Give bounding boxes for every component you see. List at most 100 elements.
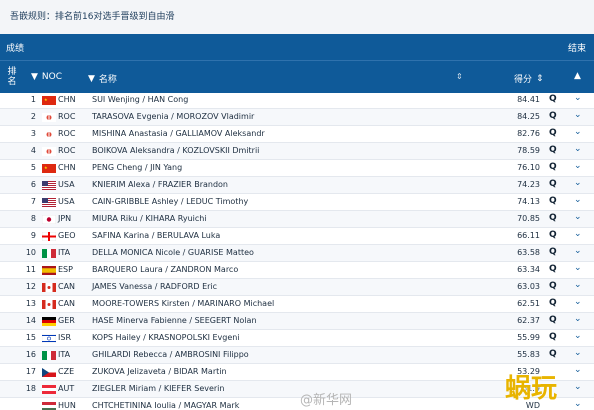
score-cell: 63.34 [517, 265, 540, 274]
chevron-down-icon[interactable]: ⌄ [574, 110, 582, 120]
flag-icon [41, 214, 57, 225]
rank-cell: 6 [30, 180, 36, 189]
flag-icon: ★ [42, 96, 56, 105]
score-cell: 63.58 [517, 248, 540, 257]
chevron-down-icon[interactable]: ⌄ [574, 178, 582, 188]
pair-name-cell[interactable]: MISHINA Anastasia / GALLIAMOV Aleksandr [92, 129, 265, 138]
table-row[interactable]: 7 USA CAIN-GRIBBLE Ashley / LEDUC Timothy 7… [0, 194, 594, 211]
table-row[interactable]: 10 ITA DELLA MONICA Nicole / GUARISE Matte… [0, 245, 594, 262]
pair-name-cell[interactable]: JAMES Vanessa / RADFORD Eric [92, 282, 217, 291]
table-row[interactable]: 12 CAN JAMES Vanessa / RADFORD Eric 63.03 Q ⌄ [0, 279, 594, 296]
chevron-down-icon[interactable]: ⌄ [574, 195, 582, 205]
name-column-header[interactable]: ▼ 名称 [88, 72, 117, 86]
pair-name-cell[interactable]: ZUKOVA Jelizaveta / BIDAR Martin [92, 367, 227, 376]
table-row[interactable]: 5 ★ CHN PENG Cheng / JIN Yang 76.10 Q ⌄ [0, 160, 594, 177]
sort-toggle-icon[interactable]: ⇕ [456, 72, 463, 81]
noc-cell: ROC [58, 129, 76, 138]
noc-cell: GEO [58, 231, 76, 240]
pair-name-cell[interactable]: TARASOVA Evgenia / MOROZOV Vladimir [92, 112, 254, 121]
qualified-badge: Q [549, 315, 557, 325]
chevron-down-icon[interactable]: ⌄ [574, 127, 582, 137]
pair-name-cell[interactable]: KOPS Hailey / KRASNOPOLSKI Evgeni [92, 333, 240, 342]
chevron-down-icon[interactable]: ⌄ [574, 314, 582, 324]
qualified-badge: Q [549, 128, 557, 138]
pair-name-cell[interactable]: DELLA MONICA Nicole / GUARISE Matteo [92, 248, 254, 257]
flag-icon [42, 147, 56, 156]
table-row[interactable]: 9 GEO SAFINA Karina / BERULAVA Luka 66.11 Q ⌄ [0, 228, 594, 245]
rank-cell: 1 [30, 95, 36, 104]
pair-name-cell[interactable]: HASE Minerva Fabienne / SEEGERT Nolan [92, 316, 257, 325]
rank-cell: 5 [30, 163, 36, 172]
score-cell: 63.03 [517, 282, 540, 291]
pair-name-cell[interactable]: KNIERIM Alexa / FRAZIER Brandon [92, 180, 228, 189]
score-column-header[interactable]: 得分 ⇕ [514, 72, 544, 86]
pair-name-cell[interactable]: BOIKOVA Aleksandra / KOZLOVSKII Dmitrii [92, 146, 259, 155]
pair-name-cell[interactable]: CHTCHETININA Ioulia / MAGYAR Mark [92, 401, 239, 410]
table-row[interactable]: 11 ESP BARQUERO Laura / ZANDRON Marco 63.34… [0, 262, 594, 279]
chevron-down-icon[interactable]: ⌄ [574, 212, 582, 222]
score-cell: 78.59 [517, 146, 540, 155]
chevron-down-icon[interactable]: ⌄ [574, 297, 582, 307]
chevron-down-icon[interactable]: ⌄ [574, 161, 582, 171]
pair-name-cell[interactable]: CAIN-GRIBBLE Ashley / LEDUC Timothy [92, 197, 248, 206]
noc-column-header[interactable]: ▼ NOC [31, 72, 62, 82]
qualified-badge: Q [549, 179, 557, 189]
noc-cell: USA [58, 180, 75, 189]
results-title-bar: 成绩 结束 [0, 34, 594, 60]
noc-cell: ITA [58, 248, 71, 257]
pair-name-cell[interactable]: MIURA Riku / KIHARA Ryuichi [92, 214, 207, 223]
flag-icon [42, 351, 56, 360]
noc-cell: CAN [58, 299, 76, 308]
collapse-icon[interactable]: ▲ [574, 71, 581, 81]
score-cell: 84.41 [517, 95, 540, 104]
chevron-down-icon[interactable]: ⌄ [574, 246, 582, 256]
flag-icon [42, 402, 56, 410]
chevron-down-icon[interactable]: ⌄ [574, 93, 582, 103]
chevron-down-icon[interactable]: ⌄ [574, 229, 582, 239]
rank-cell: 14 [25, 316, 36, 325]
table-row[interactable]: 1 ★ CHN SUI Wenjing / HAN Cong 84.41 Q ⌄ [0, 92, 594, 109]
noc-cell: CAN [58, 282, 76, 291]
table-row[interactable]: 16 ITA GHILARDI Rebecca / AMBROSINI Filipp… [0, 347, 594, 364]
pair-name-cell[interactable]: PENG Cheng / JIN Yang [92, 163, 182, 172]
rank-cell: 17 [25, 367, 36, 376]
pair-name-cell[interactable]: SAFINA Karina / BERULAVA Luka [92, 231, 220, 240]
pair-name-cell[interactable]: BARQUERO Laura / ZANDRON Marco [92, 265, 238, 274]
chevron-down-icon[interactable]: ⌄ [574, 348, 582, 358]
score-cell: 84.25 [517, 112, 540, 121]
noc-cell: AUT [58, 384, 75, 393]
score-cell: 82.76 [517, 129, 540, 138]
flag-icon [42, 385, 56, 394]
noc-cell: CZE [58, 367, 75, 376]
rank-cell: 2 [30, 112, 36, 121]
chevron-down-icon[interactable]: ⌄ [574, 263, 582, 273]
table-row[interactable]: 13 CAN MOORE-TOWERS Kirsten / MARINARO Mic… [0, 296, 594, 313]
table-row[interactable]: 15 ISR KOPS Hailey / KRASNOPOLSKI Evgeni 55… [0, 330, 594, 347]
results-title: 成绩 [6, 43, 25, 54]
rank-column-header[interactable]: 排名 [4, 67, 20, 87]
table-row[interactable]: 4 ROC BOIKOVA Aleksandra / KOZLOVSKII Dmit… [0, 143, 594, 160]
chevron-down-icon[interactable]: ⌄ [574, 280, 582, 290]
pair-name-cell[interactable]: ZIEGLER Miriam / KIEFER Severin [92, 384, 224, 393]
flag-icon [42, 266, 56, 275]
pair-name-cell[interactable]: GHILARDI Rebecca / AMBROSINI Filippo [92, 350, 249, 359]
table-row[interactable]: 8 JPN MIURA Riku / KIHARA Ryuichi 70.85 Q ⌄ [0, 211, 594, 228]
sort-icon: ▼ [31, 72, 38, 82]
score-cell: 62.51 [517, 299, 540, 308]
table-row[interactable]: 2 ROC TARASOVA Evgenia / MOROZOV Vladimir 8… [0, 109, 594, 126]
table-row[interactable]: 6 USA KNIERIM Alexa / FRAZIER Brandon 74.23… [0, 177, 594, 194]
flag-icon [42, 283, 56, 292]
flag-icon [42, 113, 56, 122]
qualified-badge: Q [549, 349, 557, 359]
chevron-down-icon[interactable]: ⌄ [574, 144, 582, 154]
results-panel: 成绩 结束 排名 ▼ NOC ▼ 名称 ⇕ 得分 ⇕ ▲ 1 ★ CHN SUI We… [0, 34, 594, 410]
table-row[interactable]: 3 ROC MISHINA Anastasia / GALLIAMOV Aleksa… [0, 126, 594, 143]
score-cell: 70.85 [517, 214, 540, 223]
table-row[interactable]: 14 GER HASE Minerva Fabienne / SEEGERT Nol… [0, 313, 594, 330]
pair-name-cell[interactable]: SUI Wenjing / HAN Cong [92, 95, 188, 104]
noc-cell: ISR [58, 333, 71, 342]
close-button[interactable]: 结束 [568, 41, 586, 54]
chevron-down-icon[interactable]: ⌄ [574, 331, 582, 341]
pair-name-cell[interactable]: MOORE-TOWERS Kirsten / MARINARO Michael [92, 299, 274, 308]
svg-text:★: ★ [44, 97, 48, 102]
